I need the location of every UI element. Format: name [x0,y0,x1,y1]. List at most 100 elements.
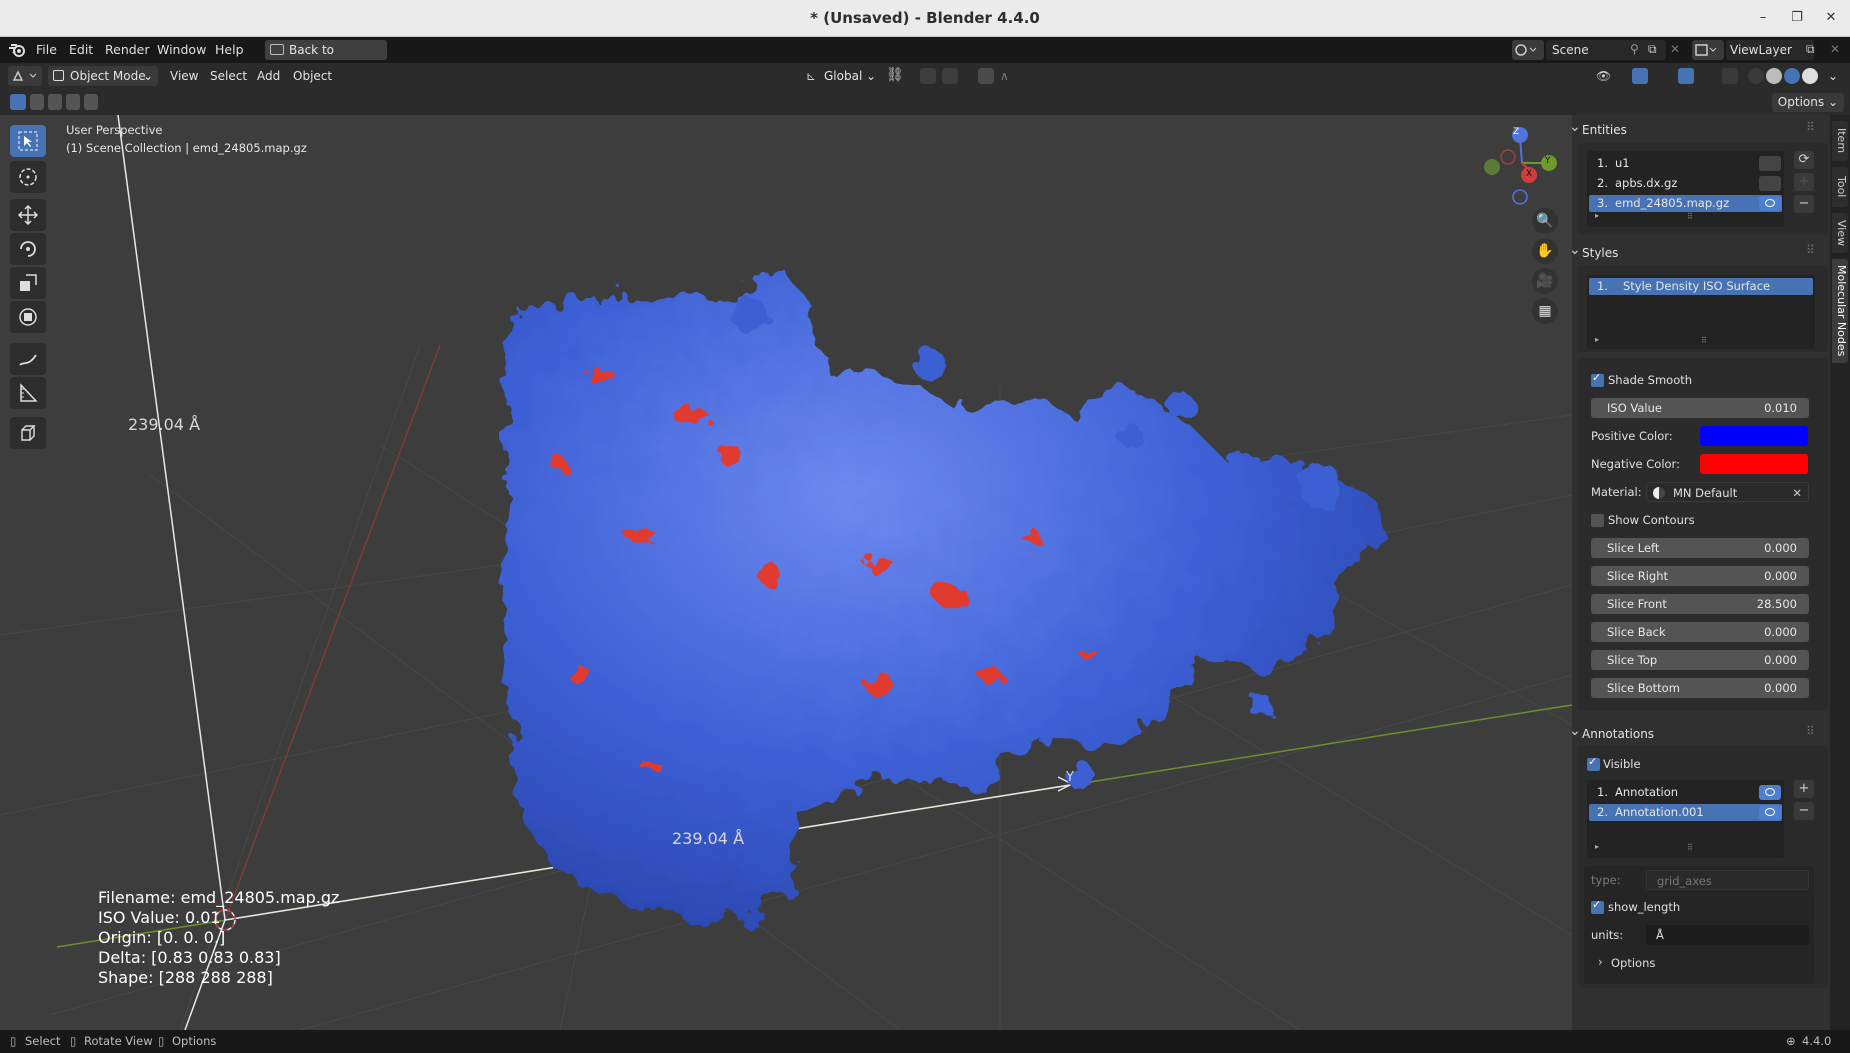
entity-row[interactable]: 2. apbs.dx.gz [1589,175,1782,192]
select-box-tool[interactable] [10,125,46,157]
view-layer-name-field[interactable]: ViewLayer [1726,40,1814,60]
back-to-previous-button[interactable]: Back to Previous [265,40,387,77]
eye-icon[interactable] [1759,785,1781,800]
add-cube-tool[interactable] [10,417,46,449]
snap-toggle-icon[interactable] [920,68,936,84]
styles-list[interactable]: 1. Style Density ISO Surface ▸ ⠿ [1587,275,1815,349]
select-box-mode-icon[interactable] [10,94,26,110]
blender-logo-icon[interactable] [8,42,26,58]
negative-color-swatch[interactable] [1700,454,1808,474]
drag-handle-icon[interactable]: ⠿ [1806,243,1815,257]
overlays-toggle-icon[interactable] [1678,68,1694,84]
3d-viewport[interactable]: Z Y X User Perspective (1) Scene Collect… [0,115,1572,1030]
shade-smooth-checkbox[interactable] [1591,371,1604,387]
tab-molecular-nodes[interactable]: Molecular Nodes [1832,259,1848,363]
slice-top-slider[interactable]: Slice Top 0.000 [1591,650,1809,670]
material-selector[interactable]: MN Default ✕ [1646,482,1809,502]
annotations-header[interactable]: Annotations [1569,723,1654,741]
annotation-row-selected[interactable]: 2. Annotation.001 [1589,804,1782,821]
menu-window[interactable]: Window [157,42,206,57]
refresh-icon[interactable]: ⟳ [1794,151,1814,169]
shading-options-chevron-icon[interactable]: ⌄ [1828,69,1838,83]
entity-toggle-icon[interactable] [1759,176,1781,191]
new-view-layer-icon[interactable]: ⧉ [1806,42,1815,57]
show-contours-checkbox[interactable] [1591,514,1604,527]
falloff-icon[interactable]: ∧ [1000,69,1009,83]
restore-icon[interactable]: ❐ [1788,9,1806,27]
units-input[interactable]: Å [1646,925,1809,945]
snap-target-icon[interactable] [942,68,958,84]
editor-type-dropdown[interactable] [8,66,42,86]
view-layer-dropdown[interactable] [1692,40,1724,60]
remove-annotation-icon[interactable]: − [1794,802,1814,820]
visibility-icon[interactable]: 👁 [1596,69,1611,83]
eye-icon[interactable] [1759,196,1781,211]
delete-view-layer-icon[interactable]: ✕ [1830,42,1840,56]
scale-tool[interactable] [10,267,46,299]
minimize-icon[interactable]: – [1754,9,1772,27]
add-entity-icon[interactable]: + [1794,173,1814,191]
select-intersect-icon[interactable] [84,94,98,110]
positive-color-swatch[interactable] [1700,426,1808,446]
material-shading-icon[interactable] [1784,68,1800,84]
rotate-tool[interactable] [10,233,46,265]
drag-handle-icon[interactable]: ⠿ [1806,120,1815,134]
tab-item[interactable]: Item [1832,121,1848,161]
menu-select[interactable]: Select [210,69,247,83]
entities-list[interactable]: 1. u1 2. apbs.dx.gz 3. emd_24805.map.gz … [1587,151,1784,227]
show-length-checkbox[interactable] [1591,898,1604,914]
move-tool[interactable] [10,199,46,231]
slice-bottom-slider[interactable]: Slice Bottom 0.000 [1591,678,1809,698]
options-subpanel-label[interactable]: Options [1611,956,1655,970]
entity-toggle-icon[interactable] [1759,156,1781,171]
menu-view[interactable]: View [170,69,198,83]
menu-help[interactable]: Help [215,42,244,57]
menu-file[interactable]: File [36,42,57,57]
pan-hand-icon[interactable]: ✋ [1532,238,1558,264]
annotations-visible-checkbox[interactable] [1587,755,1600,771]
measure-tool[interactable] [10,377,46,409]
entity-row-selected[interactable]: 3. emd_24805.map.gz [1589,195,1782,212]
rendered-shading-icon[interactable] [1802,68,1818,84]
tab-view[interactable]: View [1832,213,1848,253]
resize-grip-icon[interactable]: ⠿ [1701,336,1707,345]
eye-icon[interactable] [1759,805,1781,820]
slice-right-slider[interactable]: Slice Right 0.000 [1591,566,1809,586]
slice-back-slider[interactable]: Slice Back 0.000 [1591,622,1809,642]
scene-type-dropdown[interactable] [1512,40,1544,60]
add-annotation-icon[interactable]: + [1794,780,1814,798]
annotations-list[interactable]: 1. Annotation 2. Annotation.001 ▸ ⠿ [1587,780,1784,858]
solid-shading-icon[interactable] [1766,68,1782,84]
xray-toggle-icon[interactable] [1722,68,1738,84]
camera-icon[interactable]: 🎥 [1532,268,1558,294]
annotation-row[interactable]: 1. Annotation [1589,784,1782,801]
pivot-point-icon[interactable]: ⛓ [886,67,904,83]
new-scene-icon[interactable]: ⧉ [1648,42,1657,57]
resize-grip-icon[interactable]: ⠿ [1687,212,1693,221]
wireframe-shading-icon[interactable] [1748,68,1764,84]
chevron-right-icon[interactable]: › [1598,955,1603,969]
perspective-grid-icon[interactable]: ▦ [1532,298,1558,324]
expand-triangle-icon[interactable]: ▸ [1595,211,1599,220]
object-mode-dropdown[interactable]: Object Mode ⌄ [48,66,158,86]
menu-add[interactable]: Add [257,69,280,83]
entities-header[interactable]: Entities [1569,119,1627,137]
slice-left-slider[interactable]: Slice Left 0.000 [1591,538,1809,558]
style-row-selected[interactable]: 1. Style Density ISO Surface [1589,278,1813,295]
expand-triangle-icon[interactable]: ▸ [1595,842,1599,851]
select-subtract-icon[interactable] [48,94,62,110]
options-dropdown[interactable]: Options ⌄ [1771,93,1844,112]
styles-header[interactable]: Styles [1569,242,1619,260]
menu-object[interactable]: Object [293,69,332,83]
pin-icon[interactable]: ⚲ [1630,42,1639,56]
close-icon[interactable]: ✕ [1822,9,1840,27]
gizmo-toggle-icon[interactable] [1632,68,1648,84]
transform-orientation-dropdown[interactable]: ⊾ Global ⌄ [802,66,878,86]
transform-tool[interactable] [10,301,46,333]
slice-front-slider[interactable]: Slice Front 28.500 [1591,594,1809,614]
clear-material-icon[interactable]: ✕ [1792,483,1802,503]
annotate-tool[interactable] [10,343,46,375]
resize-grip-icon[interactable]: ⠿ [1687,843,1693,852]
iso-value-slider[interactable]: ISO Value 0.010 [1591,398,1809,418]
tab-tool[interactable]: Tool [1832,167,1848,207]
